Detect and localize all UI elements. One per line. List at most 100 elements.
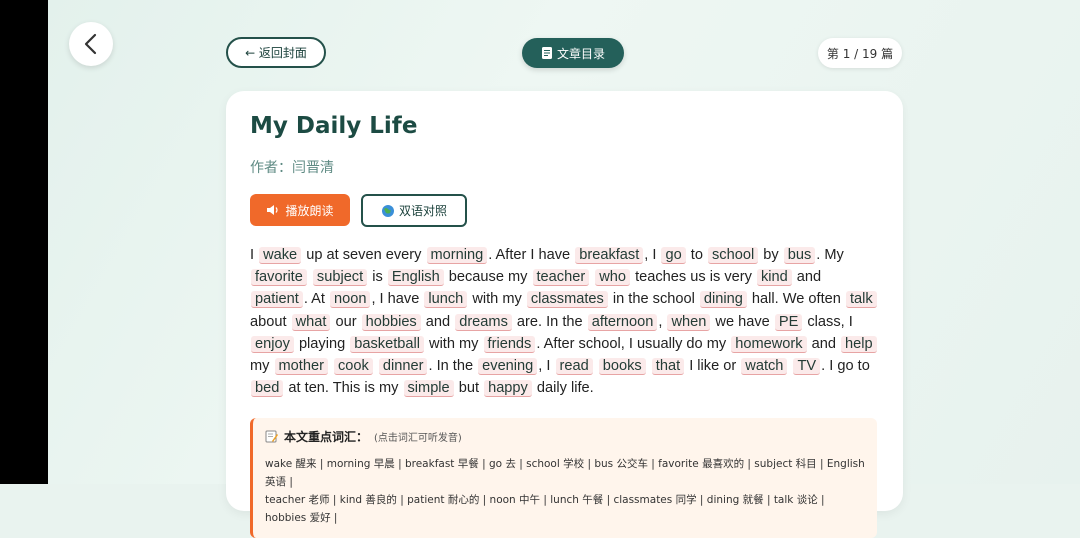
keyword-word[interactable]: help <box>841 335 877 353</box>
keyword-word[interactable]: mother <box>274 358 328 376</box>
passage-segment: , I <box>538 358 555 375</box>
play-reading-button[interactable]: 播放朗读 <box>250 194 350 226</box>
keyword-word[interactable]: English <box>387 269 444 287</box>
keyword-word[interactable]: dreams <box>455 313 512 331</box>
keyword-word[interactable]: enjoy <box>251 335 294 353</box>
passage-segment: , <box>658 313 667 330</box>
keyword-word[interactable]: lunch <box>424 291 468 309</box>
vocab-list: wake 醒来 | morning 早晨 | breakfast 早餐 | go… <box>265 455 865 527</box>
keyword-word[interactable]: dining <box>699 291 747 309</box>
memo-icon <box>265 430 278 443</box>
vocab-note: (点击词汇可听发音) <box>374 433 462 444</box>
passage-segment: with my <box>424 335 483 352</box>
keyword-word[interactable]: bus <box>783 247 816 264</box>
keyword-word[interactable]: homework <box>731 335 807 353</box>
passage-segment: . In the <box>428 358 478 375</box>
passage-segment: and <box>807 335 841 352</box>
keyword-word[interactable]: subject <box>312 269 368 287</box>
keyword-word[interactable]: kind <box>756 269 792 287</box>
back-button[interactable] <box>69 22 113 66</box>
passage-segment: about <box>250 313 291 330</box>
keyword-word[interactable]: books <box>598 358 646 376</box>
passage-segment: , I have <box>371 291 424 308</box>
keyword-word[interactable]: watch <box>741 358 788 376</box>
chevron-left-icon <box>84 33 97 55</box>
passage-segment: hall. We often <box>747 291 845 308</box>
document-icon <box>541 47 552 59</box>
passage-segment: are. In the <box>512 313 587 330</box>
vocab-line[interactable]: wake 醒来 | morning 早晨 | breakfast 早餐 | go… <box>265 455 865 491</box>
keyword-word[interactable]: morning <box>426 247 488 264</box>
passage-segment: with my <box>468 291 526 308</box>
toc-label: 文章目录 <box>556 46 605 61</box>
keyword-word[interactable]: read <box>555 358 593 376</box>
passage-segment: daily life. <box>532 380 594 397</box>
passage-segment: . After school, I usually do my <box>536 335 731 352</box>
vocab-heading: 本文重点词汇： <box>284 430 369 444</box>
keyword-word[interactable]: noon <box>329 291 371 309</box>
keyword-word[interactable]: dinner <box>378 358 428 376</box>
keyword-word[interactable]: that <box>651 358 685 376</box>
passage-segment <box>374 358 378 374</box>
keyword-word[interactable]: favorite <box>251 269 307 287</box>
passage-segment: up at seven every <box>302 247 426 263</box>
keyword-word[interactable]: hobbies <box>361 313 421 331</box>
page-indicator: 第 1 / 19 篇 <box>818 38 902 68</box>
passage-segment: class, I <box>803 313 853 330</box>
passage-segment: in the school <box>608 291 699 308</box>
passage-segment: . I go to <box>821 358 870 375</box>
passage-segment: and <box>421 313 455 330</box>
passage-segment: our <box>331 313 361 330</box>
keyword-word[interactable]: breakfast <box>575 247 644 264</box>
keyword-word[interactable]: bed <box>251 380 284 398</box>
play-reading-label: 播放朗读 <box>285 203 334 218</box>
passage-segment <box>788 358 792 374</box>
passage-segment: . At <box>303 291 329 308</box>
back-to-cover-label: ← 返回封面 <box>245 46 307 60</box>
passage-segment <box>647 358 651 374</box>
globe-icon <box>381 204 394 217</box>
article-author: 作者：闫晋清 <box>250 160 334 176</box>
keyword-word[interactable]: cook <box>334 358 373 376</box>
passage-segment: playing <box>294 335 350 352</box>
passage-segment: I like or <box>685 358 741 375</box>
back-to-cover-button[interactable]: ← 返回封面 <box>226 37 326 68</box>
keyword-word[interactable]: evening <box>478 358 538 376</box>
keyword-word[interactable]: what <box>291 313 331 331</box>
vocab-header: 本文重点词汇： (点击词汇可听发音) <box>265 428 865 445</box>
passage-segment: by <box>759 247 783 263</box>
passage-text: I wake up at seven every morning. After … <box>250 244 880 399</box>
keyword-word[interactable]: afternoon <box>587 313 658 331</box>
keyword-word[interactable]: wake <box>259 247 302 264</box>
page-indicator-text: 第 1 / 19 篇 <box>826 46 894 61</box>
passage-segment: and <box>792 269 822 286</box>
left-black-bar <box>0 0 48 484</box>
keyword-word[interactable]: patient <box>251 291 303 309</box>
passage-segment <box>590 269 594 285</box>
vocab-line[interactable]: teacher 老师 | kind 善良的 | patient 耐心的 | no… <box>265 491 865 527</box>
passage-segment: teaches us is very <box>631 269 756 286</box>
passage-segment: my <box>250 358 274 375</box>
passage-segment: , I <box>644 247 661 263</box>
passage-segment: at ten. This is my <box>284 380 403 397</box>
speaker-icon <box>267 205 279 215</box>
keyword-word[interactable]: friends <box>483 335 536 353</box>
keyword-word[interactable]: when <box>667 313 711 331</box>
keyword-word[interactable]: who <box>595 269 631 287</box>
passage-segment <box>594 358 598 374</box>
table-of-contents-button[interactable]: 文章目录 <box>522 38 624 68</box>
bilingual-button[interactable]: 双语对照 <box>361 194 467 227</box>
passage-segment <box>329 358 333 374</box>
keyword-word[interactable]: school <box>708 247 759 264</box>
keyword-word[interactable]: TV <box>793 358 821 376</box>
keyword-word[interactable]: talk <box>845 291 877 309</box>
keyword-word[interactable]: happy <box>484 380 532 398</box>
keyword-word[interactable]: basketball <box>350 335 424 353</box>
keyword-word[interactable]: PE <box>774 313 803 331</box>
keyword-word[interactable]: go <box>661 247 686 264</box>
keyword-word[interactable]: simple <box>403 380 454 398</box>
passage-segment: we have <box>711 313 774 330</box>
keyword-word[interactable]: teacher <box>532 269 590 287</box>
passage-segment: . After I have <box>488 247 575 263</box>
keyword-word[interactable]: classmates <box>526 291 608 309</box>
